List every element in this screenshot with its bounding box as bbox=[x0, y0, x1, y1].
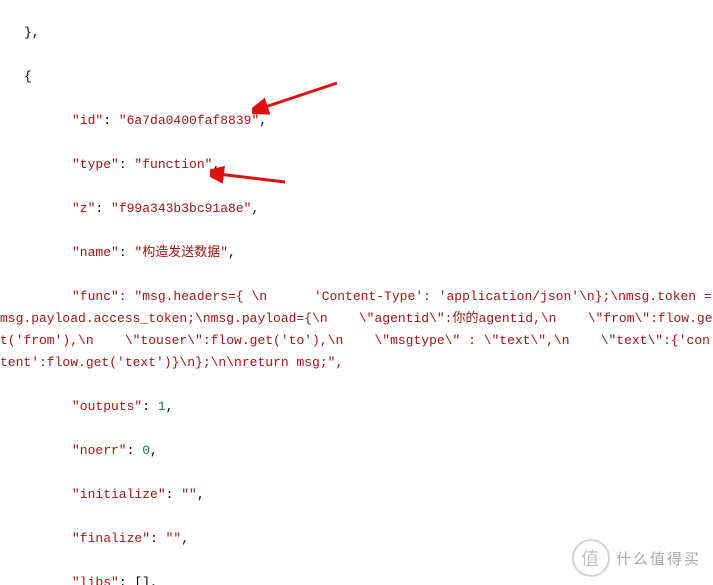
prop-noerr: "noerr": 0, bbox=[0, 440, 713, 462]
prop-outputs: "outputs": 1, bbox=[0, 396, 713, 418]
prop-z: "z": "f99a343b3bc91a8e", bbox=[0, 198, 713, 220]
watermark: 值 什么值得买 bbox=[572, 539, 701, 577]
prop-func: "func": "msg.headers={ \n 'Content-Type'… bbox=[0, 286, 713, 374]
watermark-icon: 值 bbox=[572, 539, 610, 577]
watermark-text: 什么值得买 bbox=[616, 548, 701, 569]
prop-id: "id": "6a7da0400faf8839", bbox=[0, 110, 713, 132]
brace-open: { bbox=[0, 66, 713, 88]
prop-initialize: "initialize": "", bbox=[0, 484, 713, 506]
prop-name: "name": "构造发送数据", bbox=[0, 242, 713, 264]
brace-close: }, bbox=[0, 22, 713, 44]
code-block: }, { "id": "6a7da0400faf8839", "type": "… bbox=[0, 0, 713, 585]
prop-type: "type": "function", bbox=[0, 154, 713, 176]
